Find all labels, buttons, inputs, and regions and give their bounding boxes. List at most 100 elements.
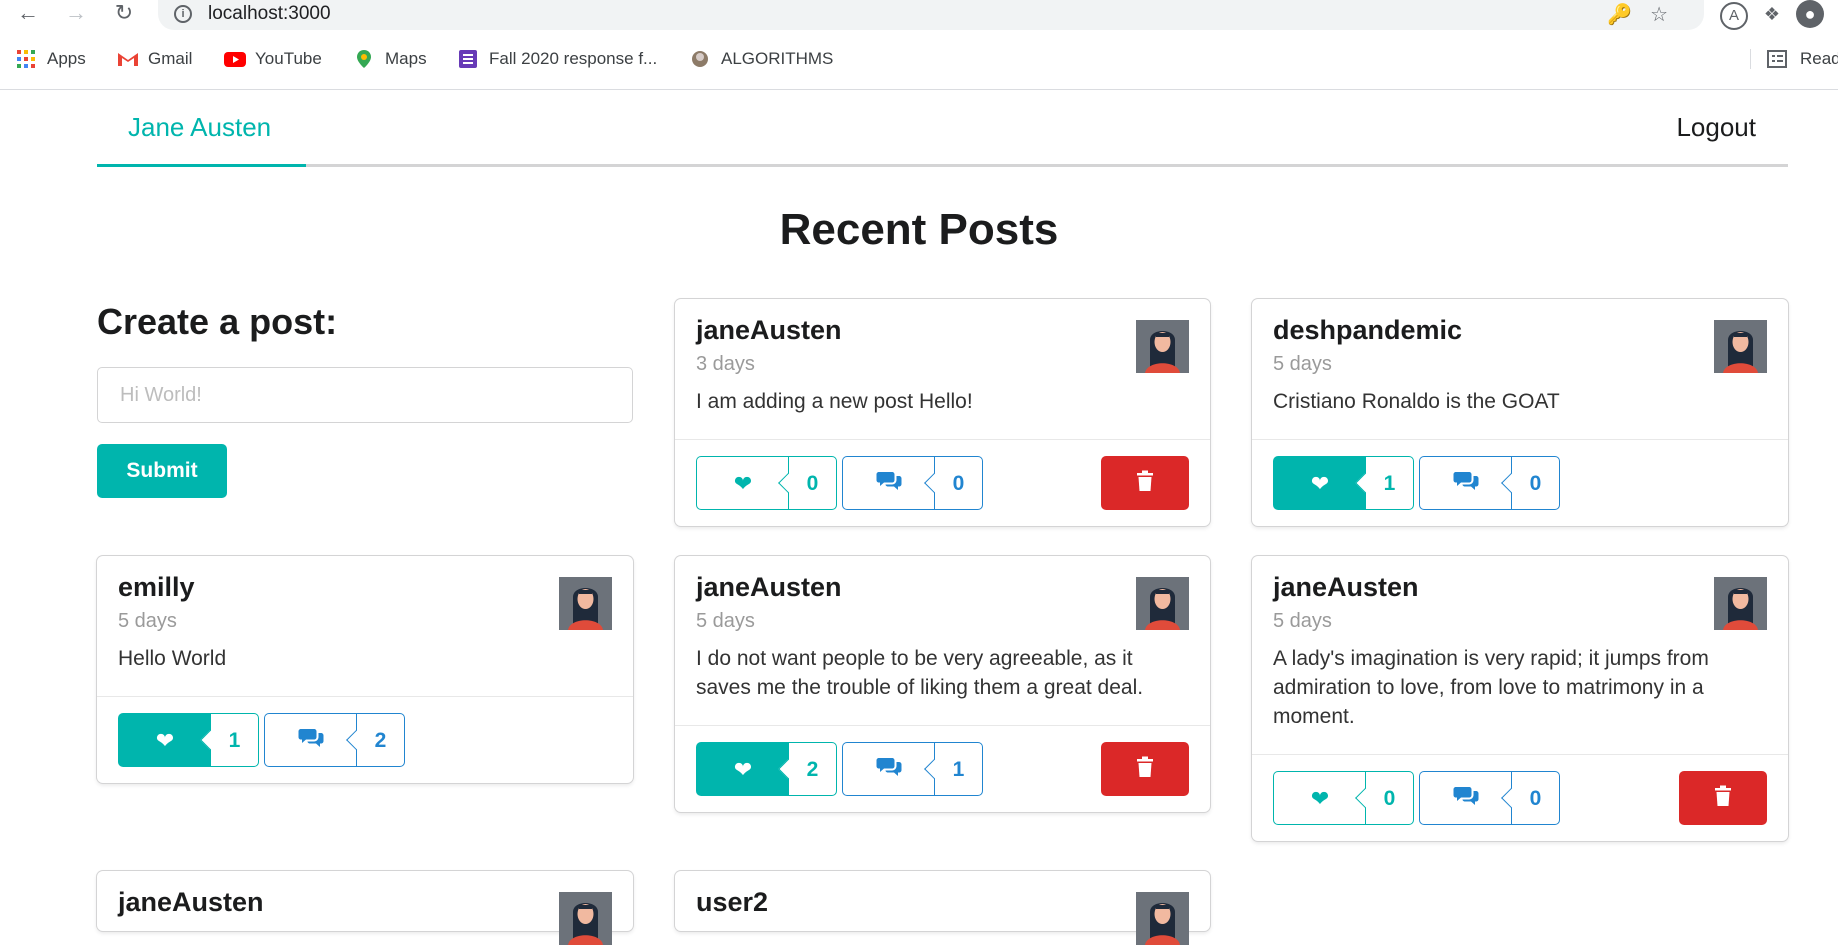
bookmark-label: Maps <box>385 49 427 68</box>
user-avatar <box>1714 320 1767 373</box>
post-card[interactable]: janeAusten 3 days I am adding a new post… <box>675 299 1210 526</box>
app-menu: Jane Austen Logout <box>97 90 1788 167</box>
post-username[interactable]: user2 <box>696 887 768 918</box>
logout-link[interactable]: Logout <box>1676 112 1756 143</box>
card-divider <box>1252 439 1788 440</box>
post-time[interactable]: 3 days <box>696 353 755 376</box>
gmail-icon <box>117 49 138 69</box>
post-card[interactable]: janeAusten 5 days A lady's imagination i… <box>1252 556 1788 841</box>
post-time[interactable]: 5 days <box>1273 610 1332 633</box>
address-bar[interactable]: i localhost:3000 🔑☆ <box>158 0 1704 30</box>
card-divider <box>675 725 1210 726</box>
maps-pin-icon <box>354 49 374 69</box>
like-button[interactable]: ❤ 0 <box>1273 771 1414 825</box>
bookmark-apps[interactable]: Apps <box>16 49 86 69</box>
post-card[interactable]: deshpandemic 5 days Cristiano Ronaldo is… <box>1252 299 1788 526</box>
heart-icon: ❤ <box>155 728 175 753</box>
post-card[interactable]: janeAusten <box>97 871 633 945</box>
site-info-icon[interactable]: i <box>174 5 192 23</box>
post-body: Hello World <box>118 647 227 670</box>
comment-button[interactable]: 1 <box>842 742 983 796</box>
trash-icon <box>1714 785 1732 812</box>
submit-button[interactable]: Submit <box>97 444 227 498</box>
comments-icon <box>1453 785 1479 813</box>
back-arrow-icon[interactable]: ← <box>16 0 40 28</box>
comment-button[interactable]: 2 <box>264 713 405 767</box>
heart-icon: ❤ <box>1310 471 1330 496</box>
like-button[interactable]: ❤ 0 <box>696 456 837 510</box>
browser-toolbar: ← → ↻ i localhost:3000 🔑☆ A ❖ ● <box>0 0 1838 30</box>
bookmark-fall-2020[interactable]: Fall 2020 response f... <box>458 49 657 69</box>
extensions-puzzle-icon[interactable]: ❖ <box>1758 0 1786 28</box>
post-body: Cristiano Ronaldo is the GOAT <box>1273 390 1560 413</box>
card-divider <box>1252 754 1788 755</box>
bookmarks-bar: Apps Gmail YouTube Maps Fall 2020 respon… <box>0 44 1838 78</box>
youtube-icon <box>224 49 246 69</box>
like-button[interactable]: ❤ 2 <box>696 742 837 796</box>
post-username[interactable]: deshpandemic <box>1273 315 1462 346</box>
post-time[interactable]: 5 days <box>1273 353 1332 376</box>
post-card[interactable]: user2 <box>675 871 1210 945</box>
bookmark-maps[interactable]: Maps <box>354 49 427 69</box>
card-divider <box>97 696 633 697</box>
key-icon[interactable]: 🔑 <box>1607 4 1650 26</box>
profile-avatar-icon[interactable]: ● <box>1796 0 1824 28</box>
post-card[interactable]: emilly 5 days Hello World ❤ 1 2 <box>97 556 633 783</box>
trash-icon <box>1136 470 1154 497</box>
comment-button[interactable]: 0 <box>1419 771 1560 825</box>
post-body: I am adding a new post Hello! <box>696 390 973 413</box>
bookmark-star-icon[interactable]: ☆ <box>1650 4 1686 26</box>
bookmark-youtube[interactable]: YouTube <box>224 49 322 69</box>
comments-icon <box>298 727 324 755</box>
trash-icon <box>1136 756 1154 783</box>
bookmark-label: Gmail <box>148 49 193 68</box>
bookmark-label: Fall 2020 response f... <box>489 49 658 68</box>
post-body: I do not want people to be very agreeabl… <box>696 647 1144 699</box>
menu-item-user[interactable]: Jane Austen <box>97 90 306 167</box>
comments-icon <box>1453 470 1479 498</box>
algorithms-favicon-icon <box>690 49 710 69</box>
post-username[interactable]: janeAusten <box>696 572 842 603</box>
post-username[interactable]: janeAusten <box>696 315 842 346</box>
comment-button[interactable]: 0 <box>1419 456 1560 510</box>
post-username[interactable]: janeAusten <box>118 887 264 918</box>
heart-icon: ❤ <box>733 471 753 496</box>
reading-list[interactable]: Read <box>1750 49 1838 69</box>
forward-arrow-icon[interactable]: → <box>64 0 88 28</box>
bookmark-label: Apps <box>47 49 86 68</box>
bookmark-algorithms[interactable]: ALGORITHMS <box>690 49 833 69</box>
post-body: A lady's imagination is very rapid; it j… <box>1273 647 1709 728</box>
comment-button[interactable]: 0 <box>842 456 983 510</box>
bookmark-gmail[interactable]: Gmail <box>117 49 192 69</box>
post-username[interactable]: emilly <box>118 572 195 603</box>
like-button[interactable]: ❤ 1 <box>118 713 259 767</box>
user-avatar <box>559 577 612 630</box>
apps-grid-icon <box>16 49 36 69</box>
extension-a-icon[interactable]: A <box>1720 2 1748 30</box>
menu-underline <box>97 164 1788 167</box>
card-divider <box>675 439 1210 440</box>
reload-icon[interactable]: ↻ <box>112 0 136 28</box>
post-time[interactable]: 5 days <box>118 610 177 633</box>
post-body-input[interactable] <box>97 367 633 423</box>
delete-button[interactable] <box>1101 456 1189 510</box>
comments-icon <box>876 756 902 784</box>
user-avatar <box>1136 320 1189 373</box>
like-button[interactable]: ❤ 1 <box>1273 456 1414 510</box>
post-time[interactable]: 5 days <box>696 610 755 633</box>
bookmark-label: YouTube <box>255 49 322 68</box>
forms-icon <box>458 49 478 69</box>
address-url[interactable]: localhost:3000 <box>208 3 331 25</box>
bookmark-label: ALGORITHMS <box>721 49 834 68</box>
comments-icon <box>876 470 902 498</box>
reading-list-label: Read <box>1800 49 1838 68</box>
page-title: Recent Posts <box>779 205 1059 254</box>
post-card[interactable]: janeAusten 5 days I do not want people t… <box>675 556 1210 812</box>
user-avatar <box>1714 577 1767 630</box>
heart-icon: ❤ <box>733 757 753 782</box>
reading-list-icon <box>1767 49 1789 69</box>
post-username[interactable]: janeAusten <box>1273 572 1419 603</box>
delete-button[interactable] <box>1679 771 1767 825</box>
user-avatar <box>1136 577 1189 630</box>
delete-button[interactable] <box>1101 742 1189 796</box>
